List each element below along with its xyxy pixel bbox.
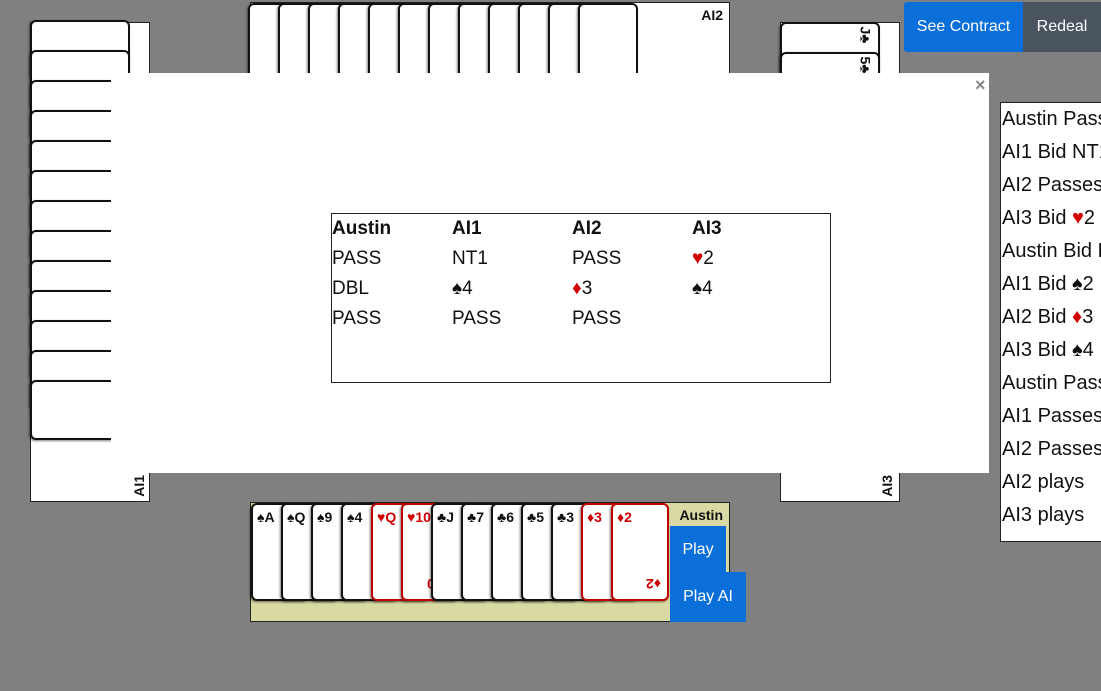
bid-cell: DBL: [332, 274, 452, 304]
card-rank-suit: ♦2: [617, 509, 632, 525]
bid-text: 3: [581, 278, 593, 299]
header-ai3: AI3: [692, 218, 722, 239]
bid-text: 4: [702, 278, 713, 299]
bidding-table: Austin AI1 AI2 AI3 PASS NT1 PASS ♥2 DBL ♠4 ♦3 ♠…: [331, 213, 831, 383]
card-rank-suit: ♥10: [407, 509, 431, 525]
card-rank-suit: ♣J: [437, 509, 454, 525]
card-rank-suit: ♠4: [347, 509, 363, 525]
card-rank-suit: ♣6: [497, 509, 514, 525]
bid-cell: [692, 304, 812, 334]
bid-cell: ♥2: [692, 244, 812, 274]
bid-cell: PASS: [572, 304, 692, 334]
bid-cell: PASS: [572, 244, 692, 274]
close-icon[interactable]: ×: [975, 75, 989, 96]
bidding-table-row: DBL ♠4 ♦3 ♠4: [332, 274, 830, 304]
bidding-table-row: PASS PASS PASS: [332, 304, 830, 334]
card-rank-suit: ♥Q: [377, 509, 397, 525]
hand-card[interactable]: ♦2 ♦2: [611, 503, 669, 601]
bid-text: DBL: [332, 278, 369, 299]
bidding-table-header: Austin AI1 AI2 AI3: [332, 214, 830, 244]
header-ai1: AI1: [452, 218, 482, 239]
contract-modal: × Austin AI1 AI2 AI3 PASS NT1 PASS ♥2 DBL ♠4 ♦…: [111, 73, 989, 473]
card-rank-suit: ♣7: [467, 509, 484, 525]
card-rank-suit-bottom: ♦2: [646, 576, 661, 592]
bid-text: 4: [462, 278, 473, 299]
bid-cell: PASS: [452, 304, 572, 334]
suit-icon: ♠: [452, 278, 463, 299]
suit-icon: ♥: [692, 248, 704, 269]
bid-text: 2: [703, 248, 714, 269]
card-rank-suit: ♠Q: [287, 509, 306, 525]
card-rank-suit: ♦3: [587, 509, 602, 525]
suit-icon: ♦: [572, 278, 582, 299]
bid-cell: PASS: [332, 304, 452, 334]
card-rank-suit: ♠A: [257, 509, 275, 525]
card-rank-suit: ♣5: [527, 509, 544, 525]
bid-text: PASS: [452, 308, 502, 329]
bid-text: NT1: [452, 248, 488, 269]
header-austin: Austin: [332, 218, 392, 239]
card-rank-suit: ♣3: [557, 509, 574, 525]
bidding-table-row: PASS NT1 PASS ♥2: [332, 244, 830, 274]
card-rank-suit: ♠9: [317, 509, 333, 525]
suit-icon: ♠: [692, 278, 703, 299]
bid-text: PASS: [572, 248, 622, 269]
bid-cell: NT1: [452, 244, 572, 274]
bid-text: PASS: [332, 248, 382, 269]
bid-text: PASS: [572, 308, 622, 329]
bid-text: PASS: [332, 308, 382, 329]
bid-cell: ♠4: [452, 274, 572, 304]
bid-cell: ♦3: [572, 274, 692, 304]
bid-cell: PASS: [332, 244, 452, 274]
header-ai2: AI2: [572, 218, 602, 239]
bid-cell: ♠4: [692, 274, 812, 304]
